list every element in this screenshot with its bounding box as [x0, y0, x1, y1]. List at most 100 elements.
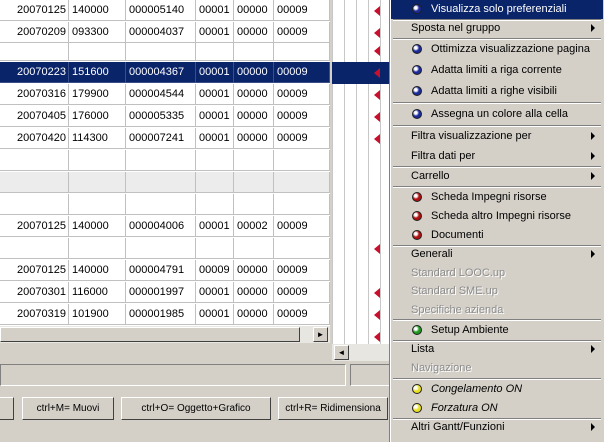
table-cell[interactable] — [0, 150, 69, 171]
table-cell[interactable]: 140000 — [69, 216, 126, 237]
menu-item[interactable]: Setup Ambiente — [391, 321, 603, 340]
gantt-marker-icon[interactable] — [374, 28, 380, 38]
gantt-marker-icon[interactable] — [374, 244, 380, 254]
table-cell[interactable]: 00000 — [234, 84, 274, 105]
table-cell[interactable]: 00009 — [274, 62, 330, 83]
table-cell[interactable] — [126, 40, 196, 61]
table-row[interactable]: 20070125 140000 000005140 00001 00000 00… — [0, 0, 330, 22]
table-cell[interactable]: 00001 — [196, 62, 234, 83]
table-cell[interactable] — [0, 238, 69, 259]
table-cell[interactable]: 20070301 — [0, 282, 69, 303]
table-cell[interactable]: 20070125 — [0, 216, 69, 237]
table-cell[interactable]: 176000 — [69, 106, 126, 127]
table-row[interactable]: 20070420 114300 000007241 00001 00000 00… — [0, 128, 330, 150]
table-cell[interactable]: 00009 — [274, 106, 330, 127]
table-cell[interactable] — [234, 40, 274, 61]
table-cell[interactable]: 000001985 — [126, 304, 196, 325]
gantt-marker-icon[interactable] — [374, 134, 380, 144]
gantt-row[interactable] — [332, 282, 390, 304]
table-cell[interactable]: 00000 — [234, 128, 274, 149]
table-row[interactable] — [0, 172, 330, 194]
table-cell[interactable] — [274, 40, 330, 61]
table-cell[interactable]: 00001 — [196, 0, 234, 21]
table-cell[interactable]: 000001997 — [126, 282, 196, 303]
gantt-row[interactable] — [332, 304, 390, 326]
menu-item[interactable]: Assegna un colore alla cella — [391, 105, 603, 124]
table-cell[interactable] — [69, 40, 126, 61]
menu-item[interactable]: Filtra visualizzazione per — [391, 127, 603, 146]
menu-item[interactable]: Adatta limiti a riga corrente — [391, 61, 603, 80]
table-cell[interactable]: 000007241 — [126, 128, 196, 149]
table-cell[interactable]: 151600 — [69, 62, 126, 83]
table-cell[interactable]: 20070223 — [0, 62, 69, 83]
table-cell[interactable]: 00000 — [234, 106, 274, 127]
table-cell[interactable] — [274, 194, 330, 215]
table-cell[interactable]: 20070405 — [0, 106, 69, 127]
table-cell[interactable]: 00001 — [196, 216, 234, 237]
table-cell[interactable]: 00009 — [274, 216, 330, 237]
table-row[interactable] — [0, 150, 330, 172]
menu-item[interactable]: Forzatura ON — [391, 399, 603, 418]
gantt-marker-icon[interactable] — [374, 112, 380, 122]
gantt-row[interactable] — [332, 216, 390, 238]
gantt-marker-icon[interactable] — [374, 288, 380, 298]
gantt-row[interactable] — [332, 62, 390, 84]
gantt-row[interactable] — [332, 40, 390, 62]
table-row[interactable]: 20070405 176000 000005335 00001 00000 00… — [0, 106, 330, 128]
menu-item[interactable]: Generali — [391, 245, 603, 264]
table-row[interactable]: 20070125 140000 000004791 00009 00000 00… — [0, 260, 330, 282]
table-cell[interactable]: 00009 — [274, 0, 330, 21]
table-cell[interactable]: 20070125 — [0, 260, 69, 281]
gantt-marker-icon[interactable] — [374, 46, 380, 56]
menu-item[interactable]: Adatta limiti a righe visibili — [391, 82, 603, 101]
table-row[interactable] — [0, 40, 330, 62]
table-cell[interactable]: 140000 — [69, 0, 126, 21]
table-cell[interactable]: 00000 — [234, 62, 274, 83]
table-cell[interactable]: 00009 — [274, 128, 330, 149]
menu-item[interactable]: Visualizza solo preferenziali — [391, 0, 603, 19]
menu-item[interactable]: Scheda Impegni risorse — [391, 188, 603, 207]
table-cell[interactable]: 000004367 — [126, 62, 196, 83]
table-cell[interactable]: 000005335 — [126, 106, 196, 127]
table-cell[interactable]: 00001 — [196, 84, 234, 105]
table-cell[interactable]: 101900 — [69, 304, 126, 325]
table-row-selected[interactable]: 20070223 151600 000004367 00001 00000 00… — [0, 62, 330, 84]
gantt-row[interactable] — [332, 106, 390, 128]
table-cell[interactable]: 000004544 — [126, 84, 196, 105]
table-cell[interactable] — [0, 40, 69, 61]
table-row[interactable] — [0, 238, 330, 260]
table-cell[interactable]: 00000 — [234, 282, 274, 303]
menu-item[interactable]: Scheda altro Impegni risorse — [391, 207, 603, 226]
table-cell[interactable] — [274, 150, 330, 171]
table-cell[interactable]: 00000 — [234, 0, 274, 21]
gantt-marker-icon[interactable] — [374, 310, 380, 320]
menu-item[interactable]: Sposta nel gruppo — [391, 19, 603, 38]
scroll-left-button[interactable]: ◄ — [334, 345, 349, 360]
table-cell[interactable]: 00009 — [274, 84, 330, 105]
table-cell[interactable]: 140000 — [69, 260, 126, 281]
menu-item[interactable]: Ottimizza visualizzazione pagina — [391, 40, 603, 59]
gantt-row[interactable] — [332, 194, 390, 216]
data-grid[interactable]: 20070125 140000 000005140 00001 00000 00… — [0, 0, 330, 325]
table-cell[interactable]: 00001 — [196, 128, 234, 149]
horizontal-scrollbar[interactable]: ► — [0, 325, 330, 343]
gantt-marker-icon[interactable] — [374, 90, 380, 100]
scrollbar-thumb[interactable] — [0, 327, 300, 342]
table-cell[interactable]: 00000 — [234, 260, 274, 281]
table-cell[interactable]: 00001 — [196, 106, 234, 127]
table-cell[interactable]: 20070319 — [0, 304, 69, 325]
gantt-marker-icon[interactable] — [374, 332, 380, 342]
table-cell[interactable] — [126, 238, 196, 259]
gantt-row[interactable] — [332, 128, 390, 150]
gantt-marker-icon[interactable] — [374, 68, 380, 78]
table-cell[interactable]: 00009 — [274, 304, 330, 325]
table-cell[interactable] — [69, 194, 126, 215]
gantt-row[interactable] — [332, 150, 390, 172]
menu-item[interactable]: Altri Gantt/Funzioni — [391, 418, 603, 437]
table-cell[interactable] — [126, 194, 196, 215]
table-row[interactable]: 20070301 116000 000001997 00001 00000 00… — [0, 282, 330, 304]
table-row[interactable]: 20070125 140000 000004006 00001 00002 00… — [0, 216, 330, 238]
table-cell[interactable] — [69, 172, 126, 193]
table-cell[interactable]: 000004006 — [126, 216, 196, 237]
gantt-panel[interactable] — [332, 0, 390, 344]
